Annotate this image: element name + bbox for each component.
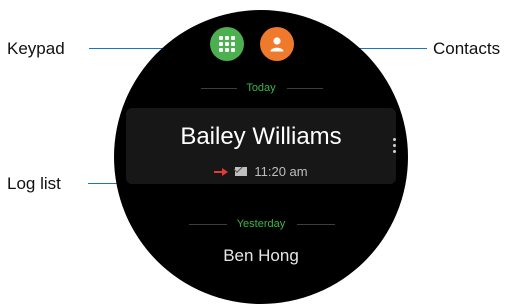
keypad-icon: [219, 36, 235, 52]
divider: [297, 224, 335, 225]
contacts-callout-label: Contacts: [433, 39, 501, 58]
section-header-label: Today: [246, 82, 276, 94]
log-entry-time: 11:20 am: [254, 164, 308, 179]
outgoing-arrow-icon: [214, 167, 229, 176]
divider: [201, 88, 237, 89]
contacts-button[interactable]: [260, 27, 294, 61]
message-icon: [235, 167, 248, 176]
keypad-button[interactable]: [210, 27, 244, 61]
section-header-today: Today: [114, 82, 408, 94]
log-entry-meta: 11:20 am: [114, 164, 408, 179]
divider: [287, 88, 323, 89]
log-list-item[interactable]: Ben Hong: [114, 246, 408, 266]
log-list-callout-label: Log list: [7, 174, 61, 193]
person-icon: [270, 37, 284, 52]
watch-screen: Today Bailey Williams 11:20 am Yesterday…: [114, 10, 408, 304]
section-header-label: Yesterday: [236, 218, 286, 230]
log-entry-name: Bailey Williams: [180, 123, 342, 150]
keypad-callout-label: Keypad: [7, 39, 65, 58]
divider: [189, 224, 227, 225]
section-header-yesterday: Yesterday: [114, 218, 408, 230]
more-options-icon[interactable]: [393, 138, 396, 153]
